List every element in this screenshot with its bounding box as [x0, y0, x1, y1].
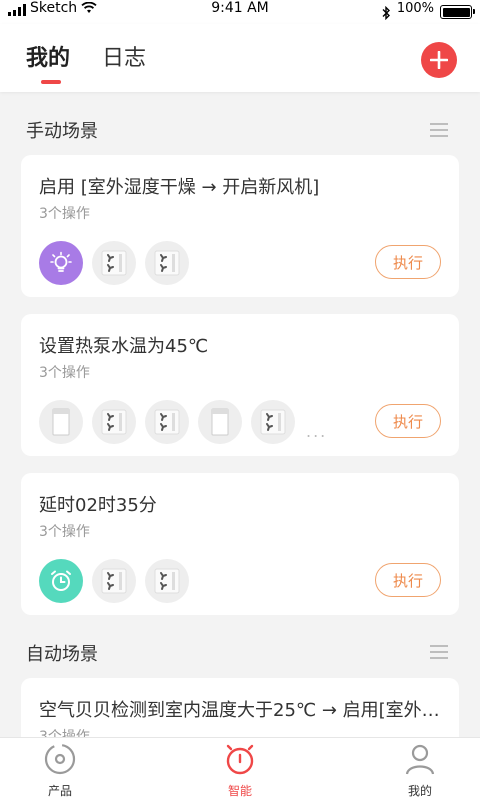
- device-ac-unit: [145, 400, 189, 444]
- bottom-tab-bar: 产品 智能 我的: [0, 737, 480, 800]
- add-scene-button[interactable]: [421, 42, 457, 78]
- tab-mine[interactable]: 我的: [26, 40, 70, 72]
- bluetooth-icon: [382, 6, 390, 20]
- scene-subtitle: 3个操作: [39, 365, 90, 381]
- device-ac-unit: [145, 559, 189, 603]
- plus-icon: [430, 51, 448, 69]
- tab-mine-label: 我的: [407, 784, 432, 798]
- smart-icon: [226, 744, 254, 775]
- manual-section-sort-icon[interactable]: [430, 123, 448, 137]
- tab-smart-label: 智能: [227, 784, 252, 798]
- lightbulb-icon: [50, 251, 72, 272]
- tab-smart[interactable]: 智能: [200, 742, 280, 799]
- device-ac-unit: [251, 400, 295, 444]
- tab-mine-bottom[interactable]: 我的: [380, 742, 460, 799]
- device-timer: [39, 559, 83, 603]
- device-ac-unit: [92, 400, 136, 444]
- auto-section-title: 自动场景: [26, 644, 98, 665]
- active-tab-indicator: [41, 80, 61, 84]
- heat-pump-icon: [211, 408, 229, 436]
- battery-percent: 100%: [396, 0, 434, 16]
- more-devices-ellipsis: ...: [306, 421, 328, 441]
- scene-card[interactable]: 设置热泵水温为45℃ 3个操作 ... 执行: [21, 314, 459, 456]
- hvac-unit-icon: [154, 250, 180, 276]
- hvac-unit-icon: [101, 568, 127, 594]
- device-list: ...: [39, 400, 327, 444]
- execute-button[interactable]: 执行: [375, 245, 441, 279]
- hvac-unit-icon: [154, 568, 180, 594]
- execute-button[interactable]: 执行: [375, 563, 441, 597]
- scene-card[interactable]: 启用 [室外湿度干燥 → 开启新风机] 3个操作 执行: [21, 155, 459, 297]
- hvac-unit-icon: [101, 409, 127, 435]
- device-heat-pump: [39, 400, 83, 444]
- scene-subtitle: 3个操作: [39, 206, 90, 222]
- execute-button[interactable]: 执行: [375, 404, 441, 438]
- status-right: 100%: [381, 0, 475, 20]
- hvac-unit-icon: [154, 409, 180, 435]
- hvac-unit-icon: [101, 250, 127, 276]
- device-list: [39, 241, 189, 285]
- scene-subtitle: 3个操作: [39, 524, 90, 540]
- alarm-clock-icon: [51, 570, 71, 591]
- status-bar: Sketch 9:41 AM 100%: [0, 0, 480, 24]
- manual-section-title: 手动场景: [26, 121, 98, 142]
- battery-icon: [440, 5, 475, 19]
- device-heat-pump: [198, 400, 242, 444]
- tab-products[interactable]: 产品: [20, 742, 100, 799]
- user-icon: [405, 744, 435, 775]
- products-icon: [44, 743, 76, 775]
- top-header: 我的 日志: [0, 24, 480, 92]
- scene-title: 设置热泵水温为45℃: [39, 336, 209, 357]
- auto-section-sort-icon[interactable]: [430, 645, 448, 659]
- heat-pump-icon: [52, 408, 70, 436]
- device-ac-unit: [92, 559, 136, 603]
- scene-title: 延时02时35分: [39, 495, 157, 516]
- device-light: [39, 241, 83, 285]
- device-ac-unit: [92, 241, 136, 285]
- hvac-unit-icon: [260, 409, 286, 435]
- scene-title: 空气贝贝检测到室内温度大于25℃ → 启用[室外湿度干燥]: [39, 700, 443, 721]
- tab-products-label: 产品: [47, 784, 72, 798]
- scene-card[interactable]: 延时02时35分 3个操作 执行: [21, 473, 459, 615]
- device-list: [39, 559, 189, 603]
- scene-title: 启用 [室外湿度干燥 → 开启新风机]: [39, 177, 320, 198]
- tab-log[interactable]: 日志: [102, 40, 146, 72]
- device-ac-unit: [145, 241, 189, 285]
